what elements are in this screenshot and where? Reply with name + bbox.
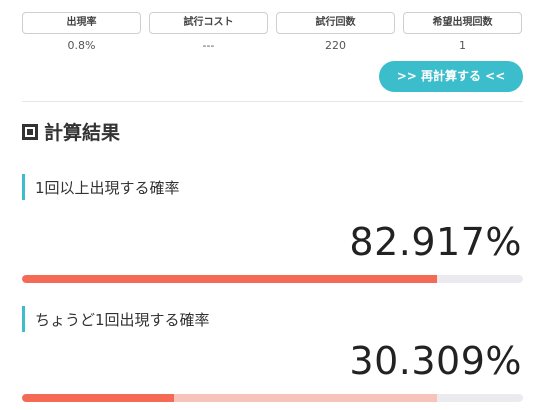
param-cost: 試行コスト --- — [149, 12, 268, 52]
result-1-label: 1回以上出現する確率 — [22, 174, 180, 200]
recalculate-button[interactable]: >> 再計算する << — [379, 61, 523, 92]
param-cost-label: 試行コスト — [149, 12, 268, 34]
param-rate-value: 0.8% — [67, 39, 96, 52]
section-title: 計算結果 — [44, 122, 121, 144]
param-rate: 出現率 0.8% — [22, 12, 141, 52]
accent-bar — [22, 306, 25, 332]
param-desired-value: 1 — [459, 39, 466, 52]
param-desired: 希望出現回数 1 — [403, 12, 522, 52]
param-cost-value: --- — [202, 39, 215, 52]
result-2-label: ちょうど1回出現する確率 — [22, 306, 210, 332]
divider — [22, 101, 523, 102]
result-2-progress-fill — [22, 394, 174, 402]
square-bullet-icon — [22, 123, 38, 140]
result-1-value: 82.917% — [349, 220, 522, 264]
result-1-label-text: 1回以上出現する確率 — [35, 178, 180, 197]
result-2-value: 30.309% — [349, 339, 522, 383]
param-trials: 試行回数 220 — [276, 12, 395, 52]
result-2-label-text: ちょうど1回出現する確率 — [35, 310, 210, 329]
result-1-progress-fill — [22, 275, 438, 283]
param-trials-label: 試行回数 — [276, 12, 395, 34]
section-heading: 計算結果 — [22, 118, 120, 145]
result-2-progress-bar — [22, 394, 523, 402]
accent-bar — [22, 174, 25, 200]
param-desired-label: 希望出現回数 — [403, 12, 522, 34]
result-1-progress-bar — [22, 275, 523, 283]
param-trials-value: 220 — [325, 39, 346, 52]
parameter-summary: 出現率 0.8% 試行コスト --- 試行回数 220 希望出現回数 1 — [22, 12, 522, 52]
param-rate-label: 出現率 — [22, 12, 141, 34]
